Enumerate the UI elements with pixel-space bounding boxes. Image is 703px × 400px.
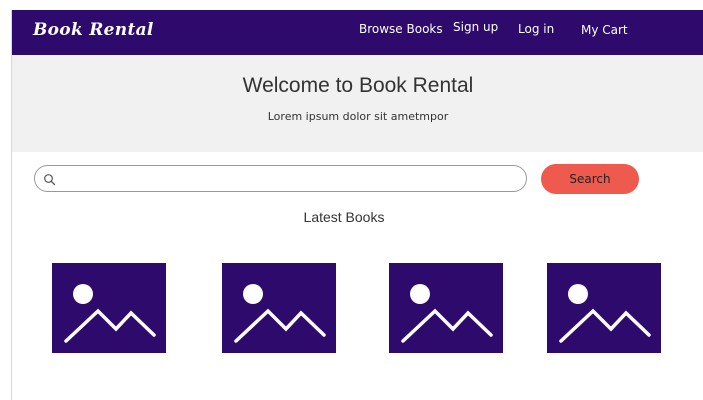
image-placeholder-icon [401, 284, 493, 343]
search-bar[interactable] [34, 165, 527, 192]
page-frame: Book Rental Browse Books Sign up Log in … [11, 10, 703, 400]
image-placeholder-icon [64, 284, 156, 343]
book-card[interactable] [52, 263, 166, 353]
brand-logo[interactable]: Book Rental [33, 20, 154, 40]
hero-subtitle: Lorem ipsum dolor sit ametmpor [267, 110, 449, 123]
hero-banner: Welcome to Book Rental Lorem ipsum dolor… [12, 55, 703, 152]
search-input[interactable] [63, 169, 518, 188]
book-card[interactable] [222, 263, 336, 353]
search-button[interactable]: Search [541, 164, 639, 194]
nav-browse-books[interactable]: Browse Books [359, 22, 443, 36]
book-card[interactable] [547, 263, 661, 353]
image-placeholder-icon [234, 284, 326, 343]
nav-my-cart[interactable]: My Cart [581, 23, 628, 37]
hero-title: Welcome to Book Rental [242, 74, 474, 97]
search-icon [43, 172, 57, 186]
book-card[interactable] [389, 263, 503, 353]
navbar: Book Rental Browse Books Sign up Log in … [12, 10, 703, 55]
nav-sign-up[interactable]: Sign up [453, 20, 498, 34]
image-placeholder-icon [559, 284, 651, 343]
nav-log-in[interactable]: Log in [518, 22, 554, 36]
latest-books-title: Latest Books [303, 209, 385, 225]
